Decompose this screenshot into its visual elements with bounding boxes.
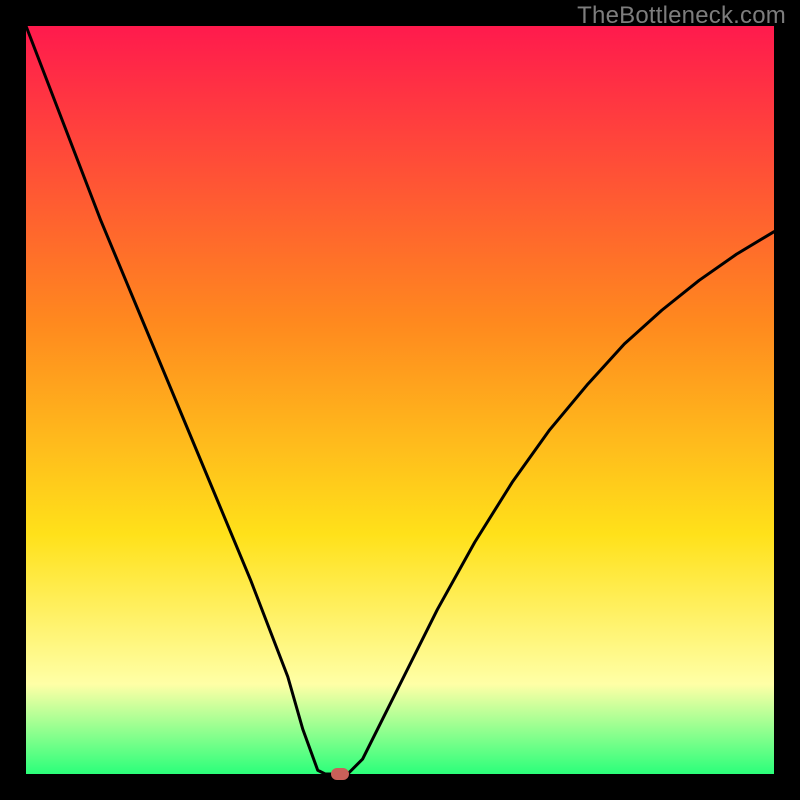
watermark-text: TheBottleneck.com [577,2,786,30]
bottleneck-plot [26,26,774,774]
chart-frame: TheBottleneck.com [0,0,800,800]
min-point-marker [331,768,349,780]
gradient-background [26,26,774,774]
